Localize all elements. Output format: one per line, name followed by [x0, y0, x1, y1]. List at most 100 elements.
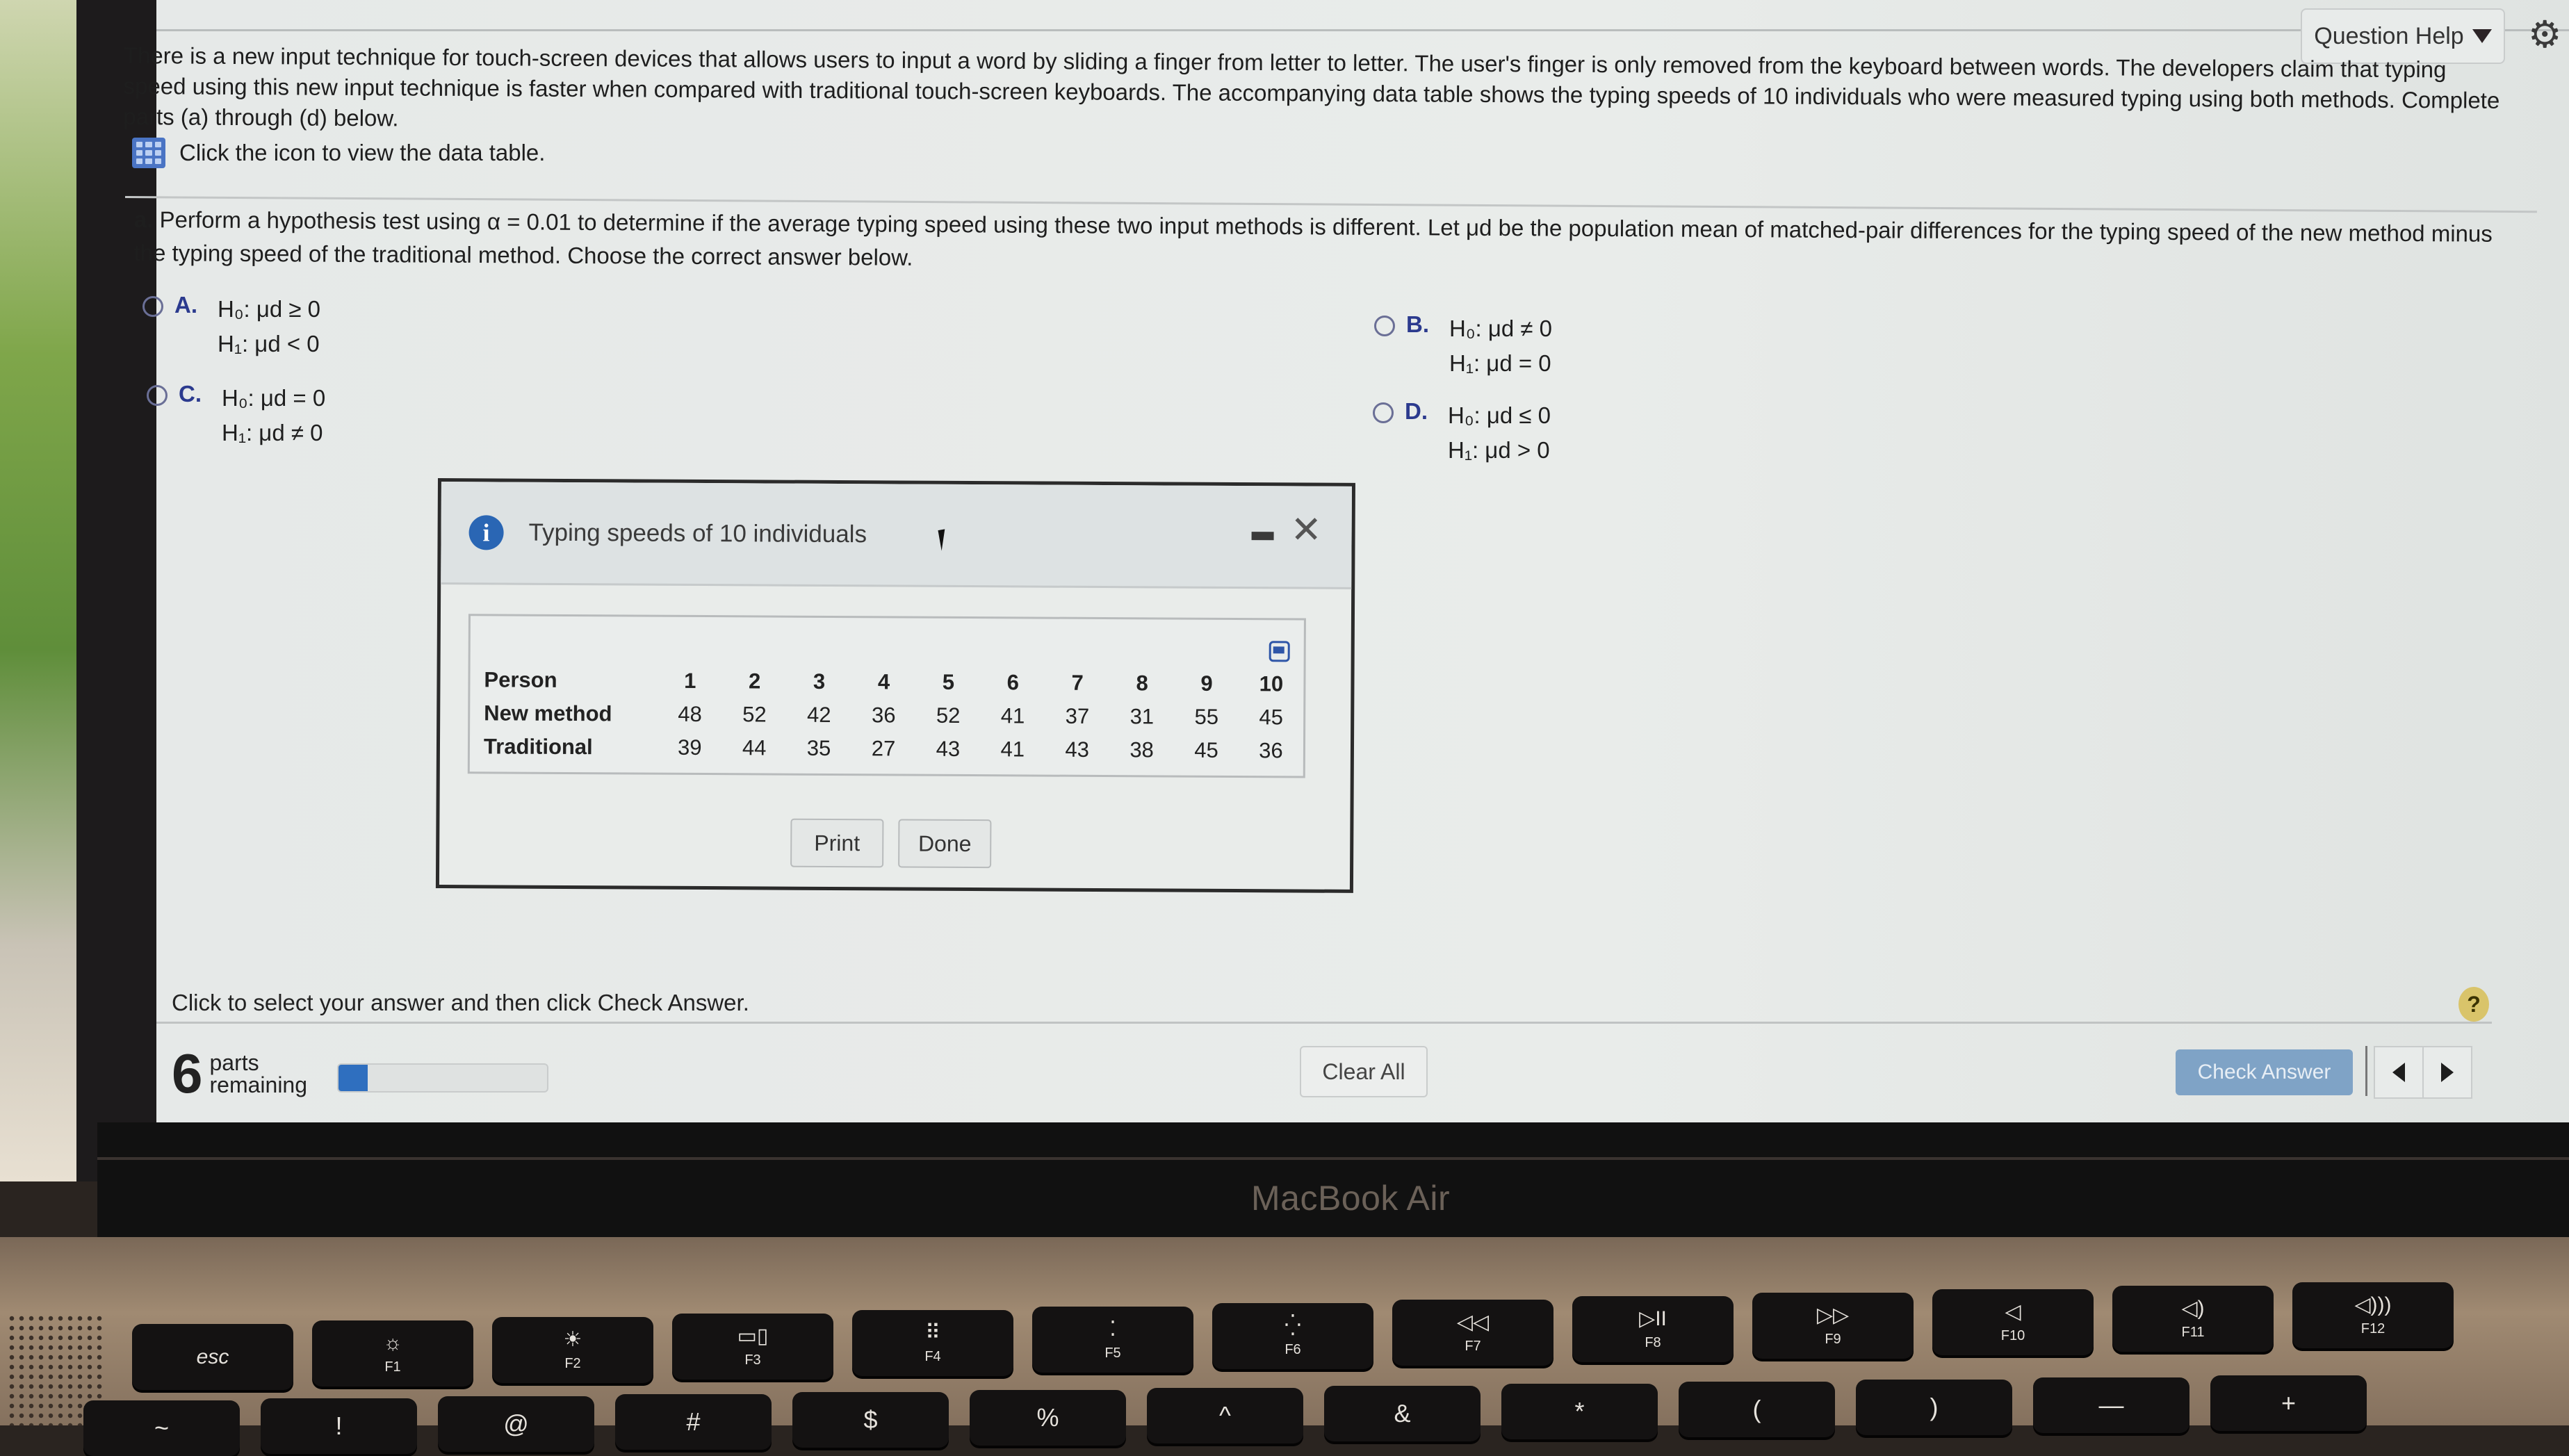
function-key-f5[interactable]: ⁚ F5	[1032, 1307, 1193, 1373]
function-key-f6[interactable]: ⁛ F6	[1212, 1303, 1373, 1369]
progress-bar	[337, 1063, 548, 1093]
option-letter: C.	[179, 381, 202, 407]
gear-icon[interactable]: ⚙	[2528, 16, 2564, 54]
data-table-link-text: Click the icon to view the data table.	[179, 140, 546, 165]
number-row-key[interactable]: @	[438, 1396, 594, 1452]
triangle-right-icon	[2441, 1063, 2454, 1082]
number-row-key[interactable]: +	[2210, 1375, 2367, 1431]
cell: 37	[1065, 703, 1090, 728]
question-help-label: Question Help	[2314, 22, 2464, 49]
row-label: New method	[484, 701, 612, 726]
number-row-key[interactable]: *	[1501, 1384, 1658, 1439]
function-key-f9[interactable]: ▷▷ F9	[1752, 1293, 1914, 1359]
row-label: Traditional	[483, 734, 593, 760]
cell: 31	[1129, 704, 1155, 729]
cell: 38	[1129, 737, 1154, 762]
key-label: F12	[2360, 1321, 2386, 1336]
key-glyph: ▷II	[1639, 1307, 1667, 1330]
progress-fill	[339, 1065, 368, 1091]
popout-icon[interactable]	[1269, 641, 1290, 662]
data-table-icon[interactable]	[132, 138, 165, 168]
bezel-line	[97, 1157, 2569, 1160]
number-row-key[interactable]: (	[1679, 1382, 1835, 1437]
parts-label: parts	[209, 1050, 259, 1075]
help-icon[interactable]: ?	[2458, 987, 2489, 1022]
number-row-key[interactable]: ~	[83, 1400, 240, 1456]
nav-separator	[2365, 1046, 2367, 1096]
esc-key[interactable]: esc	[132, 1324, 293, 1390]
parts-remaining: 6 parts remaining	[172, 1046, 307, 1102]
minimize-button[interactable]	[1251, 532, 1274, 541]
top-divider	[156, 29, 2569, 31]
data-table-dialog: i Typing speeds of 10 individuals ✕ Pers…	[435, 478, 1355, 893]
option-c[interactable]: C. H₀: μd = 0 H₁: μd ≠ 0	[147, 381, 325, 450]
radio-b[interactable]	[1374, 316, 1395, 336]
option-a[interactable]: A. H₀: μd ≥ 0 H₁: μd < 0	[142, 292, 320, 361]
option-b[interactable]: B. H₀: μd ≠ 0 H₁: μd = 0	[1374, 311, 1552, 381]
option-d[interactable]: D. H₀: μd ≤ 0 H₁: μd > 0	[1373, 398, 1551, 468]
number-row-key[interactable]: &	[1324, 1386, 1481, 1441]
function-key-f10[interactable]: ◁ F10	[1932, 1289, 2094, 1355]
function-key-f12[interactable]: ◁))) F12	[2292, 1282, 2454, 1348]
number-row-key[interactable]: —	[2033, 1377, 2189, 1433]
radio-d[interactable]	[1373, 402, 1394, 423]
check-answer-button[interactable]: Check Answer	[2176, 1049, 2353, 1095]
remaining-label: remaining	[209, 1072, 308, 1097]
triangle-left-icon	[2392, 1063, 2405, 1082]
person-number: 2	[748, 669, 761, 694]
function-key-f4[interactable]: ⠿ F4	[852, 1310, 1013, 1376]
print-button[interactable]: Print	[790, 818, 884, 868]
laptop-brand-label: MacBook Air	[1251, 1179, 1451, 1218]
function-key-f1[interactable]: ☼ F1	[312, 1320, 473, 1387]
cell: 41	[1000, 737, 1025, 762]
number-row-key[interactable]: )	[1856, 1380, 2012, 1435]
number-row-key[interactable]: $	[792, 1392, 949, 1448]
key-label: F8	[1645, 1335, 1661, 1350]
option-h0: H₀: μd ≠ 0	[1449, 316, 1553, 341]
cell: 52	[742, 702, 767, 727]
done-button[interactable]: Done	[898, 819, 992, 869]
cell: 41	[1000, 703, 1025, 728]
clear-all-button[interactable]: Clear All	[1300, 1046, 1428, 1097]
function-key-f8[interactable]: ▷II F8	[1572, 1296, 1734, 1362]
option-h1: H₁: μd = 0	[1449, 350, 1551, 376]
option-h1: H₁: μd < 0	[218, 331, 320, 357]
data-table-container: Person 1 2 3 4 5 6 7 8 9 10 New method 4…	[467, 614, 1306, 778]
option-letter: B.	[1406, 311, 1429, 337]
number-row-key[interactable]: !	[261, 1398, 417, 1454]
instruction-text: Click to select your answer and then cli…	[172, 990, 749, 1015]
dialog-header[interactable]: i Typing speeds of 10 individuals ✕	[441, 482, 1352, 589]
close-button[interactable]: ✕	[1290, 509, 1323, 550]
parts-count: 6	[172, 1042, 203, 1104]
cell: 36	[1259, 738, 1283, 763]
screen-bezel	[76, 0, 160, 1181]
person-number: 4	[877, 669, 890, 694]
cell: 55	[1194, 704, 1219, 729]
key-label: F5	[1104, 1345, 1121, 1361]
key-glyph: ⠿	[925, 1321, 940, 1344]
data-table-link[interactable]: Click the icon to view the data table.	[132, 138, 545, 168]
number-row-key[interactable]: %	[970, 1390, 1126, 1446]
caret-down-icon	[2472, 29, 2492, 43]
previous-button[interactable]	[2374, 1046, 2424, 1099]
radio-c[interactable]	[147, 385, 168, 406]
option-h1: H₁: μd ≠ 0	[222, 420, 323, 445]
cell: 43	[1065, 737, 1090, 762]
function-key-f3[interactable]: ▭▯ F3	[672, 1314, 833, 1380]
next-button[interactable]	[2422, 1046, 2472, 1099]
part-a-question: a. Perform a hypothesis test using α = 0…	[133, 203, 2497, 284]
key-glyph: ◁◁	[1456, 1311, 1490, 1334]
number-row-key[interactable]: #	[615, 1394, 772, 1450]
info-icon: i	[468, 514, 504, 550]
function-key-f11[interactable]: ◁) F11	[2112, 1286, 2274, 1352]
cell: 35	[806, 735, 831, 760]
radio-a[interactable]	[142, 296, 163, 317]
function-key-f2[interactable]: ☀ F2	[492, 1317, 653, 1383]
option-letter: D.	[1405, 398, 1428, 424]
key-glyph: ▷▷	[1816, 1304, 1850, 1327]
key-glyph: ☼	[383, 1332, 402, 1355]
function-key-f7[interactable]: ◁◁ F7	[1392, 1300, 1553, 1366]
dialog-title: Typing speeds of 10 individuals	[528, 518, 867, 548]
browser-screen: Question Help ⚙ There is a new input tec…	[123, 0, 2569, 1122]
number-row-key[interactable]: ^	[1147, 1388, 1303, 1443]
